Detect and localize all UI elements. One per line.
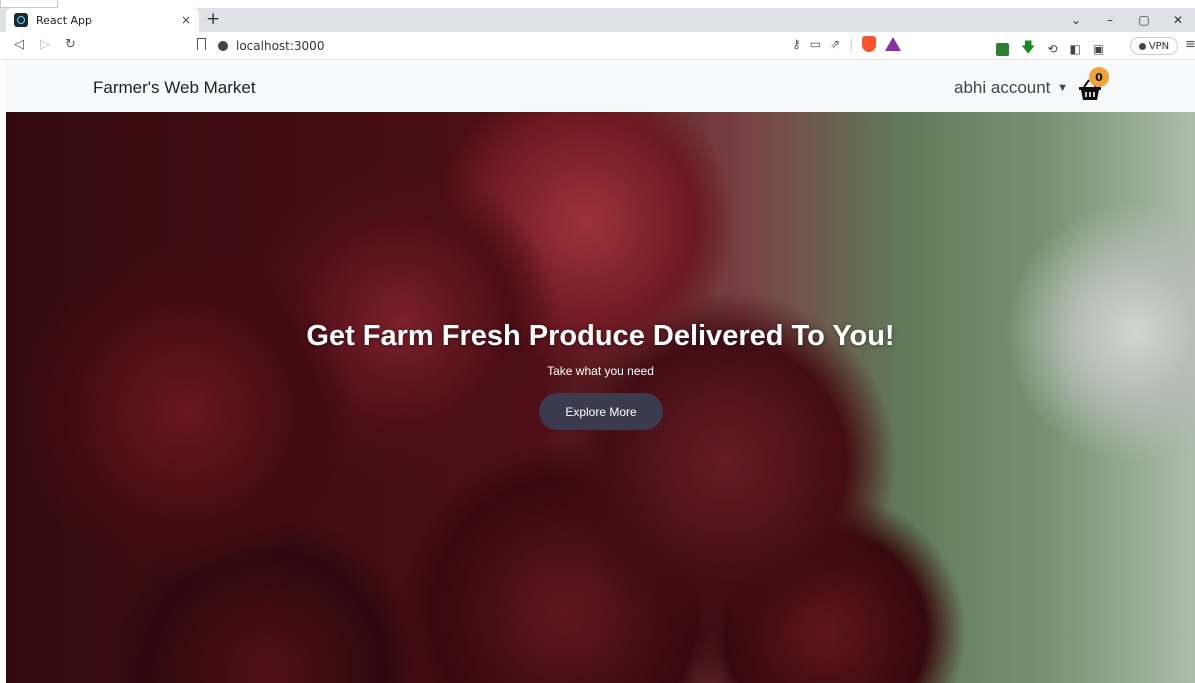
extensions-puzzle-icon[interactable]: ⟲ <box>1047 42 1057 56</box>
separator: | <box>849 37 854 51</box>
share-icon[interactable]: ⇗ <box>830 37 840 51</box>
address-bar: ◁ ▷ ↻ localhost:3000 ⚷ ▭ ⇗ | 🡇 ⟲ ◧ ▣ VPN… <box>0 32 1195 60</box>
forward-icon[interactable]: ▷ <box>40 37 50 52</box>
cart-count-badge: 0 <box>1089 67 1109 87</box>
close-window-icon[interactable]: ✕ <box>1161 13 1195 27</box>
app-navbar: Farmer's Web Market abhi account ▼ 0 <box>6 61 1195 112</box>
account-label: abhi account <box>954 78 1051 97</box>
minimize-icon[interactable]: – <box>1093 13 1127 27</box>
tab-title: React App <box>36 13 93 27</box>
window-corner <box>0 0 58 8</box>
brave-shields-icon[interactable] <box>862 36 877 52</box>
url-text: localhost:3000 <box>236 39 325 53</box>
explore-more-button[interactable]: Explore More <box>539 393 663 430</box>
window-controls: ⌄ – ▢ ✕ <box>1059 8 1195 32</box>
brand-link[interactable]: Farmer's Web Market <box>93 78 256 98</box>
tab-close-icon[interactable]: × <box>181 13 191 27</box>
react-favicon-icon <box>14 13 28 27</box>
tab-strip: React App × + ⌄ – ▢ ✕ <box>0 8 1195 32</box>
extension-icons: 🡇 ⟲ ◧ ▣ <box>996 37 1104 61</box>
address-icons: ⚷ ▭ ⇗ | <box>792 36 902 52</box>
bookmark-icon[interactable] <box>197 38 206 50</box>
cast-icon[interactable]: ▭ <box>810 37 821 51</box>
hero-banner: Get Farm Fresh Produce Delivered To You!… <box>6 112 1195 683</box>
key-icon[interactable]: ⚷ <box>792 37 801 51</box>
reload-icon[interactable]: ↻ <box>65 37 76 52</box>
extension-download-icon[interactable] <box>996 42 1009 56</box>
tab-search-icon[interactable]: ⌄ <box>1059 13 1093 27</box>
account-dropdown[interactable]: abhi account ▼ <box>954 78 1068 98</box>
new-tab-button[interactable]: + <box>206 9 220 29</box>
download-arrow-icon[interactable]: 🡇 <box>1021 37 1035 61</box>
menu-icon[interactable]: ≡ <box>1185 37 1195 52</box>
wallet-icon[interactable]: ▣ <box>1093 42 1104 56</box>
maximize-icon[interactable]: ▢ <box>1127 13 1161 27</box>
hero-content: Get Farm Fresh Produce Delivered To You!… <box>6 112 1195 683</box>
browser-tab[interactable]: React App × <box>6 8 199 32</box>
caret-down-icon: ▼ <box>1057 82 1069 94</box>
vpn-label: VPN <box>1148 40 1170 52</box>
vpn-button[interactable]: VPN <box>1130 37 1178 55</box>
hero-subtitle: Take what you need <box>547 364 654 378</box>
sidebar-icon[interactable]: ◧ <box>1069 42 1080 56</box>
back-icon[interactable]: ◁ <box>14 37 24 52</box>
brave-rewards-icon[interactable] <box>885 37 902 51</box>
hero-title: Get Farm Fresh Produce Delivered To You! <box>306 320 895 352</box>
vpn-icon <box>1138 42 1146 50</box>
site-info-icon[interactable] <box>218 41 228 51</box>
